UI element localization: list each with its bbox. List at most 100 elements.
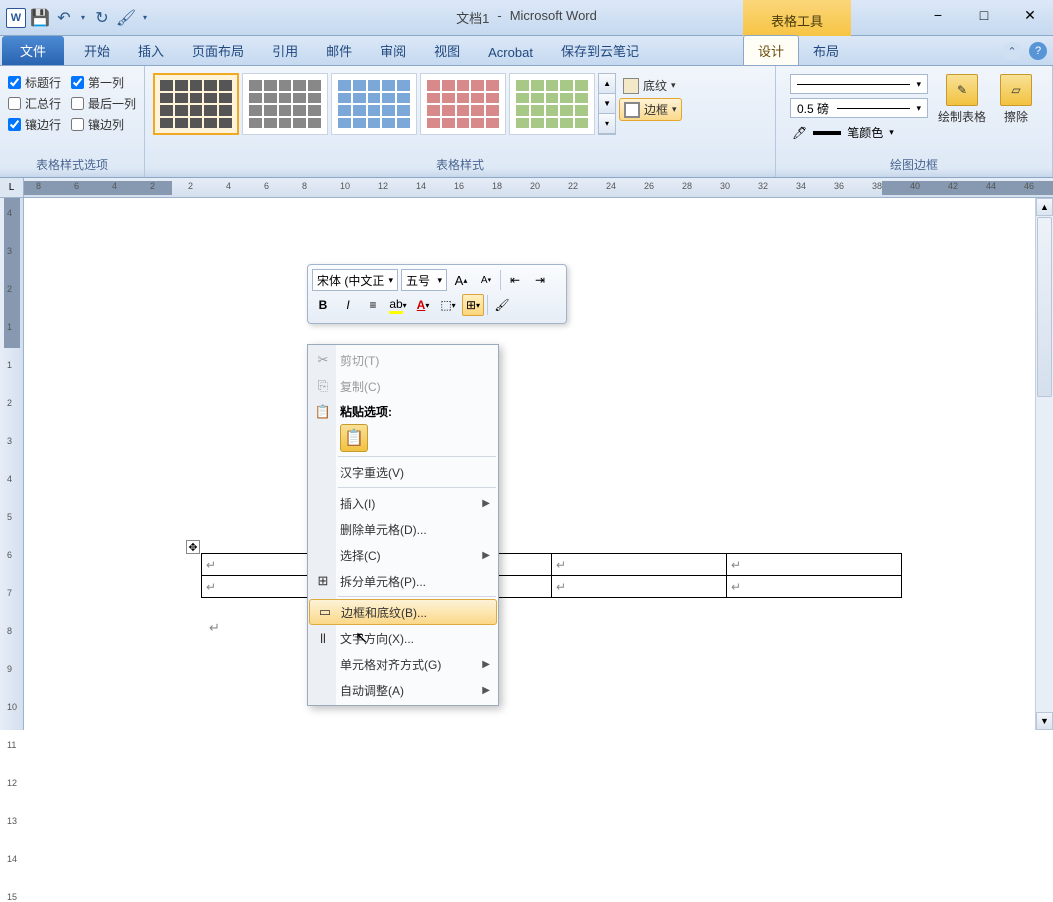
chk-banded-col[interactable]: 镶边列 <box>71 116 136 133</box>
tab-acrobat[interactable]: Acrobat <box>474 40 547 65</box>
help-button[interactable]: ? <box>1029 42 1047 60</box>
menu-paste-header: 📋粘贴选项: <box>308 399 498 422</box>
draw-table-button[interactable]: ✎绘制表格 <box>938 74 986 125</box>
split-icon: ⊞ <box>314 572 332 590</box>
submenu-arrow-icon: ▶ <box>482 550 490 561</box>
horizontal-ruler[interactable]: L 86422468101214161820222426283032343638… <box>0 178 1053 198</box>
tab-page-layout[interactable]: 页面布局 <box>178 36 258 65</box>
maximize-button[interactable]: □ <box>961 0 1007 30</box>
tab-file[interactable]: 文件 <box>2 36 64 65</box>
tab-view[interactable]: 视图 <box>420 36 474 65</box>
center-button[interactable]: ≡ <box>362 294 384 316</box>
minimize-ribbon-button[interactable]: ⌃ <box>1003 42 1021 60</box>
menu-cut[interactable]: ✂剪切(T) <box>308 347 498 373</box>
tab-table-layout[interactable]: 布局 <box>799 36 853 65</box>
tab-references[interactable]: 引用 <box>258 36 312 65</box>
style-item-1[interactable] <box>153 73 239 135</box>
borders-icon: ▭ <box>316 603 334 621</box>
border-mini-button[interactable]: ⊞▾ <box>462 294 484 316</box>
group-label: 表格样式选项 <box>8 154 136 175</box>
undo-dropdown[interactable]: ▾ <box>78 8 88 28</box>
chk-banded-row[interactable]: 镶边行 <box>8 116 61 133</box>
redo-button[interactable]: ↻ <box>92 8 112 28</box>
menu-cell-align[interactable]: 单元格对齐方式(G)▶ <box>308 651 498 677</box>
chk-first-col[interactable]: 第一列 <box>71 74 136 91</box>
save-button[interactable]: 💾 <box>30 8 50 28</box>
format-painter-mini[interactable]: 🖌 <box>491 294 513 316</box>
line-weight-select[interactable]: 0.5 磅▾ <box>790 98 928 118</box>
increase-indent-button[interactable]: ⇥ <box>529 269 551 291</box>
style-item-2[interactable] <box>242 73 328 135</box>
menu-autofit[interactable]: 自动调整(A)▶ <box>308 677 498 703</box>
mini-size-select[interactable]: 五号▾ <box>401 269 447 291</box>
qat-customize[interactable]: ▾ <box>140 8 150 28</box>
shading-button[interactable]: 底纹▾ <box>619 75 682 96</box>
gallery-more[interactable]: ▾ <box>599 114 615 134</box>
font-color-button[interactable]: A▾ <box>412 294 434 316</box>
format-painter-button[interactable]: 🖌 <box>116 8 136 28</box>
borders-button[interactable]: 边框▾ <box>619 98 682 121</box>
quick-access-toolbar: W 💾 ↶ ▾ ↻ 🖌 ▾ <box>0 8 150 28</box>
table-cell[interactable]: ↵ <box>727 576 902 598</box>
submenu-arrow-icon: ▶ <box>482 685 490 696</box>
group-label: 表格样式 <box>153 154 767 175</box>
close-button[interactable]: ✕ <box>1007 0 1053 30</box>
menu-borders-shading[interactable]: ▭边框和底纹(B)... <box>309 599 497 625</box>
tab-mail[interactable]: 邮件 <box>312 36 366 65</box>
gallery-scroll: ▲ ▼ ▾ <box>598 73 616 135</box>
pen-icon: 🖊 <box>792 126 807 140</box>
scroll-up[interactable]: ▲ <box>1036 198 1053 216</box>
menu-text-direction[interactable]: ll文字方向(X)... <box>308 625 498 651</box>
vertical-scrollbar: ▲ ▼ <box>1035 198 1053 730</box>
decrease-indent-button[interactable]: ⇤ <box>504 269 526 291</box>
mini-font-select[interactable]: 宋体 (中文正▾ <box>312 269 398 291</box>
menu-copy[interactable]: ⎘复制(C) <box>308 373 498 399</box>
menu-delete-cells[interactable]: 删除单元格(D)... <box>308 516 498 542</box>
pencil-table-icon: ✎ <box>946 74 978 106</box>
shading-mini-button[interactable]: ⬚▾ <box>437 294 459 316</box>
menu-split-cells[interactable]: ⊞拆分单元格(P)... <box>308 568 498 594</box>
line-style-select[interactable]: ▾ <box>790 74 928 94</box>
undo-button[interactable]: ↶ <box>54 8 74 28</box>
table-cell[interactable]: ↵ <box>552 576 727 598</box>
minimize-button[interactable]: − <box>915 0 961 30</box>
style-item-5[interactable] <box>509 73 595 135</box>
tab-cloud-save[interactable]: 保存到云笔记 <box>547 36 653 65</box>
scroll-thumb[interactable] <box>1037 217 1052 397</box>
tab-design[interactable]: 设计 <box>743 35 799 65</box>
app-name: Microsoft Word <box>510 8 597 27</box>
scissors-icon: ✂ <box>314 351 332 369</box>
menu-reconvert[interactable]: 汉字重选(V) <box>308 459 498 485</box>
chk-last-col[interactable]: 最后一列 <box>71 95 136 112</box>
word-icon[interactable]: W <box>6 8 26 28</box>
highlight-button[interactable]: ab▾ <box>387 294 409 316</box>
gallery-down[interactable]: ▼ <box>599 94 615 114</box>
gallery-up[interactable]: ▲ <box>599 74 615 94</box>
group-label: 绘图边框 <box>784 154 1044 175</box>
italic-button[interactable]: I <box>337 294 359 316</box>
group-draw-borders: ▾ 0.5 磅▾ 🖊笔颜色▾ ✎绘制表格 ▱擦除 绘图边框 <box>776 66 1053 177</box>
copy-icon: ⎘ <box>314 377 332 395</box>
style-item-3[interactable] <box>331 73 417 135</box>
style-item-4[interactable] <box>420 73 506 135</box>
chk-total-row[interactable]: 汇总行 <box>8 95 61 112</box>
menu-insert[interactable]: 插入(I)▶ <box>308 490 498 516</box>
tab-review[interactable]: 审阅 <box>366 36 420 65</box>
menu-select[interactable]: 选择(C)▶ <box>308 542 498 568</box>
bold-button[interactable]: B <box>312 294 334 316</box>
eraser-button[interactable]: ▱擦除 <box>992 74 1040 125</box>
pen-color-button[interactable]: 🖊笔颜色▾ <box>790 122 928 143</box>
paste-option-button[interactable]: 📋 <box>340 424 368 452</box>
context-tab-label: 表格工具 <box>743 0 851 36</box>
tab-insert[interactable]: 插入 <box>124 36 178 65</box>
shrink-font-button[interactable]: A▾ <box>475 269 497 291</box>
scroll-down[interactable]: ▼ <box>1036 712 1053 730</box>
chk-header-row[interactable]: 标题行 <box>8 74 61 91</box>
ruler-corner[interactable]: L <box>0 178 24 197</box>
table-move-handle[interactable]: ✥ <box>186 540 200 554</box>
grow-font-button[interactable]: A▴ <box>450 269 472 291</box>
vertical-ruler[interactable]: 4321123456789101112131415 <box>0 198 24 730</box>
table-cell[interactable]: ↵ <box>727 554 902 576</box>
table-cell[interactable]: ↵ <box>552 554 727 576</box>
tab-home[interactable]: 开始 <box>70 36 124 65</box>
